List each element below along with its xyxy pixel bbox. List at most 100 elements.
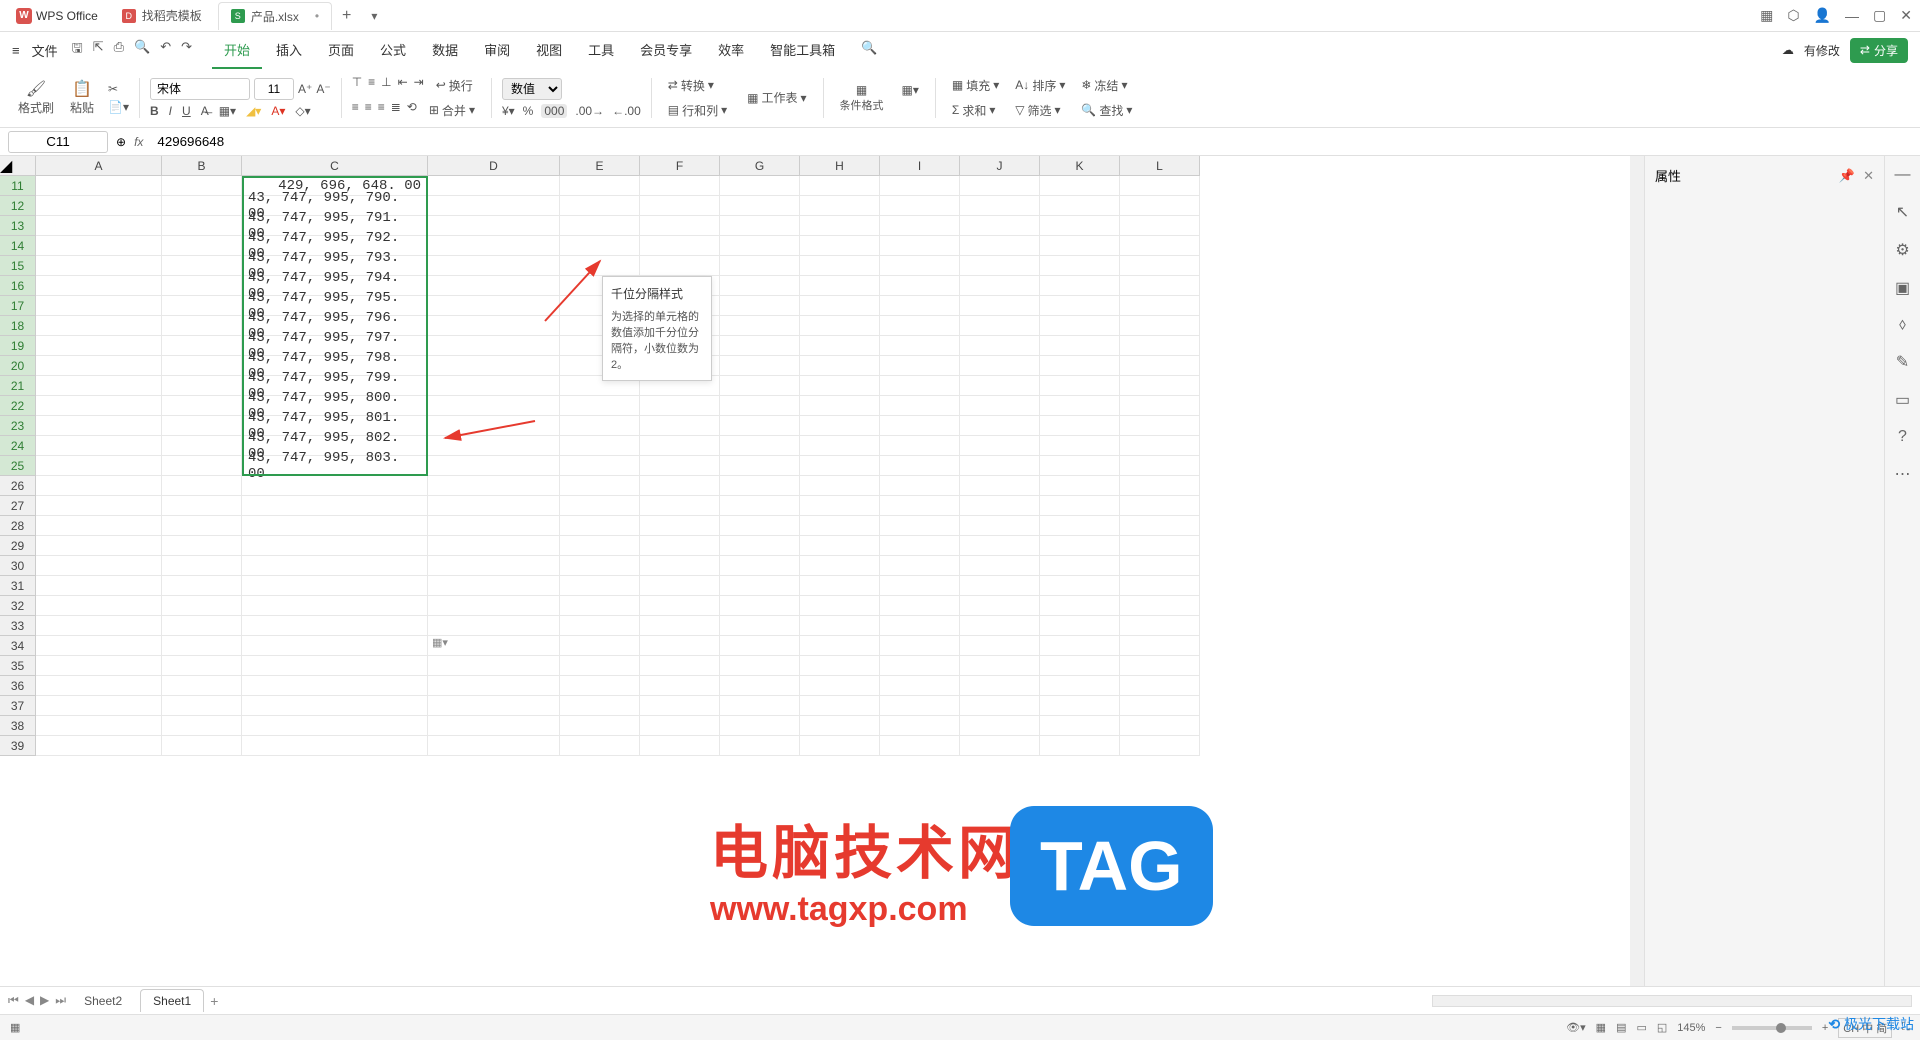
cell-K19[interactable]	[1040, 336, 1120, 356]
row-header-31[interactable]: 31	[0, 576, 36, 596]
orientation-icon[interactable]: ⟲	[407, 100, 417, 121]
cell-A17[interactable]	[36, 296, 162, 316]
tab-menu-button[interactable]: ▾	[361, 9, 387, 23]
col-header-J[interactable]: J	[960, 156, 1040, 175]
cell-K11[interactable]	[1040, 176, 1120, 196]
col-header-H[interactable]: H	[800, 156, 880, 175]
cell-A15[interactable]	[36, 256, 162, 276]
style-icon[interactable]: ⬨	[1899, 316, 1906, 334]
cell-G31[interactable]	[720, 576, 800, 596]
cell-L21[interactable]	[1120, 376, 1200, 396]
cell-E13[interactable]	[560, 216, 640, 236]
cell-E24[interactable]	[560, 436, 640, 456]
cell-J27[interactable]	[960, 496, 1040, 516]
cell-G14[interactable]	[720, 236, 800, 256]
row-header-16[interactable]: 16	[0, 276, 36, 296]
cell-J16[interactable]	[960, 276, 1040, 296]
cell-K13[interactable]	[1040, 216, 1120, 236]
cell-B26[interactable]	[162, 476, 242, 496]
cell-H32[interactable]	[800, 596, 880, 616]
row-header-13[interactable]: 13	[0, 216, 36, 236]
cell-A32[interactable]	[36, 596, 162, 616]
percent-icon[interactable]: %	[523, 104, 534, 118]
col-header-D[interactable]: D	[428, 156, 560, 175]
cell-L28[interactable]	[1120, 516, 1200, 536]
row-header-19[interactable]: 19	[0, 336, 36, 356]
row-header-28[interactable]: 28	[0, 516, 36, 536]
cell-K24[interactable]	[1040, 436, 1120, 456]
sheet-next-icon[interactable]: ▶	[40, 993, 49, 1008]
cell-A38[interactable]	[36, 716, 162, 736]
cell-E33[interactable]	[560, 616, 640, 636]
cell-A23[interactable]	[36, 416, 162, 436]
cell-B11[interactable]	[162, 176, 242, 196]
cell-G21[interactable]	[720, 376, 800, 396]
cell-C27[interactable]	[242, 496, 428, 516]
cell-A28[interactable]	[36, 516, 162, 536]
cell-G35[interactable]	[720, 656, 800, 676]
cell-H35[interactable]	[800, 656, 880, 676]
cell-F30[interactable]	[640, 556, 720, 576]
collapse-panel-icon[interactable]: —	[1895, 166, 1911, 184]
align-middle-icon[interactable]: ≡	[368, 75, 375, 96]
cube-icon[interactable]: ⬡	[1787, 7, 1799, 24]
cell-reference-input[interactable]	[8, 131, 108, 153]
cell-I31[interactable]	[880, 576, 960, 596]
cell-B22[interactable]	[162, 396, 242, 416]
cell-I26[interactable]	[880, 476, 960, 496]
cell-C30[interactable]	[242, 556, 428, 576]
align-bottom-icon[interactable]: ⊥	[381, 75, 391, 96]
row-header-34[interactable]: 34	[0, 636, 36, 656]
cell-J37[interactable]	[960, 696, 1040, 716]
cell-L27[interactable]	[1120, 496, 1200, 516]
cell-B32[interactable]	[162, 596, 242, 616]
cell-H18[interactable]	[800, 316, 880, 336]
cell-B28[interactable]	[162, 516, 242, 536]
cell-J18[interactable]	[960, 316, 1040, 336]
cell-L14[interactable]	[1120, 236, 1200, 256]
cell-G39[interactable]	[720, 736, 800, 756]
cell-E39[interactable]	[560, 736, 640, 756]
col-header-B[interactable]: B	[162, 156, 242, 175]
cell-F33[interactable]	[640, 616, 720, 636]
cell-A31[interactable]	[36, 576, 162, 596]
tab-template[interactable]: D 找稻壳模板	[110, 2, 214, 30]
cell-C26[interactable]	[242, 476, 428, 496]
undo-icon[interactable]: ↶	[160, 39, 171, 61]
cell-L36[interactable]	[1120, 676, 1200, 696]
add-sheet-button[interactable]: +	[210, 993, 218, 1009]
cell-L32[interactable]	[1120, 596, 1200, 616]
cell-D28[interactable]	[428, 516, 560, 536]
cell-E37[interactable]	[560, 696, 640, 716]
cell-E14[interactable]	[560, 236, 640, 256]
cell-J33[interactable]	[960, 616, 1040, 636]
cell-E38[interactable]	[560, 716, 640, 736]
cell-H30[interactable]	[800, 556, 880, 576]
align-center-icon[interactable]: ≡	[365, 100, 372, 121]
sheet-tab-0[interactable]: Sheet2	[72, 990, 134, 1012]
cell-F38[interactable]	[640, 716, 720, 736]
convert-button[interactable]: ⇄ 转换▾	[662, 75, 733, 96]
cell-K28[interactable]	[1040, 516, 1120, 536]
view-custom-icon[interactable]: ◱	[1657, 1021, 1667, 1034]
cell-J31[interactable]	[960, 576, 1040, 596]
cell-L30[interactable]	[1120, 556, 1200, 576]
cell-A18[interactable]	[36, 316, 162, 336]
row-header-15[interactable]: 15	[0, 256, 36, 276]
align-justify-icon[interactable]: ≣	[391, 100, 401, 121]
cell-J23[interactable]	[960, 416, 1040, 436]
cell-J34[interactable]	[960, 636, 1040, 656]
cell-H14[interactable]	[800, 236, 880, 256]
underline-button[interactable]: U	[182, 104, 191, 118]
cell-L24[interactable]	[1120, 436, 1200, 456]
help-icon[interactable]: ?	[1898, 428, 1907, 446]
cell-G25[interactable]	[720, 456, 800, 476]
worksheet-button[interactable]: ▦ 工作表▾	[741, 87, 812, 108]
cell-B33[interactable]	[162, 616, 242, 636]
cell-I11[interactable]	[880, 176, 960, 196]
cell-C35[interactable]	[242, 656, 428, 676]
hamburger-icon[interactable]: ≡	[12, 43, 20, 58]
cell-D29[interactable]	[428, 536, 560, 556]
tab-page[interactable]: 页面	[316, 32, 366, 69]
number-format-select[interactable]: 数值	[502, 78, 562, 100]
